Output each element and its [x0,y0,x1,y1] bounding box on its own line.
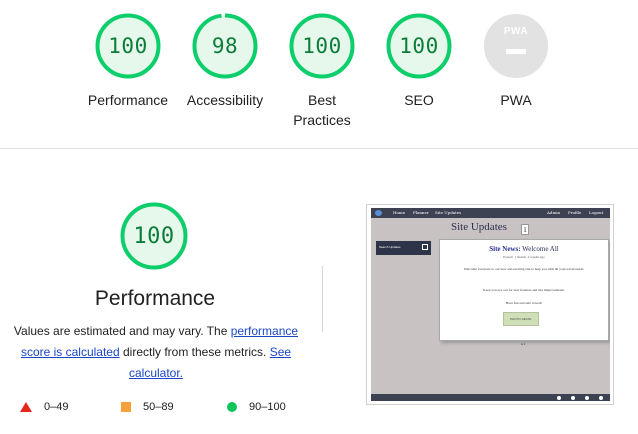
desc-text: directly from these metrics. [119,345,270,359]
pwa-badge-text: PWA [503,26,529,37]
card-title-bold: Site News: [489,245,521,253]
score-gauge: 98 [192,13,258,79]
performance-description: Values are estimated and may vary. The p… [8,321,304,384]
nav-item: Profile [568,210,582,215]
search-icon [422,244,428,250]
screenshot-page-title: Site Updates [451,221,507,233]
screenshot-count-badge: 1 [521,224,529,235]
score-value: 98 [211,34,239,58]
screenshot-navbar: Home Planner Site Updates Admin Profile … [371,208,610,218]
legend-pass: 90–100 [227,399,286,415]
nav-item: Logout [589,210,604,215]
card-paragraph: Keep you eye out for new features and si… [483,288,565,292]
gauge-performance[interactable]: 100 Performance [73,13,183,110]
screenshot-news-card: Site News: Welcome All Posted: 1 month, … [439,239,609,341]
gauge-accessibility[interactable]: 98 Accessibility [170,13,280,110]
legend-range: 0–49 [44,401,69,413]
social-icon [599,395,603,400]
score-gauge: 100 [386,13,452,79]
nav-item: Planner [413,210,429,215]
score-value: 100 [108,34,148,58]
circle-icon [227,402,237,412]
card-title-rest: Welcome All [520,245,559,253]
card-title: Site News: Welcome All [440,245,608,253]
pwa-badge-icon: PWA [484,14,548,78]
social-icon [585,395,589,400]
social-icon [571,395,575,400]
performance-title: Performance [94,287,216,310]
square-icon [121,402,131,412]
triangle-icon [20,402,32,412]
nav-item: Home [393,210,406,215]
card-image: PHOTO DETAIL [503,312,539,326]
section-divider [0,148,638,149]
legend-fail: 0–49 [20,399,68,415]
score-gauge: 100 [95,13,161,79]
gauge-best-practices[interactable]: 100 Best Practices [267,13,377,130]
vertical-divider [322,266,323,332]
gauge-label: Accessibility [186,92,264,108]
nav-item: Site Updates [435,210,462,215]
legend-range: 90–100 [249,401,286,413]
card-paragraph: Have fun and safe travels! [505,301,543,305]
screenshot-page: Home Planner Site Updates Admin Profile … [371,208,610,401]
desc-text: Values are estimated and may vary. The [13,324,231,338]
legend-range: 50–89 [143,401,174,413]
gauge-seo[interactable]: 100 SEO [364,13,474,110]
score-value: 100 [399,34,439,58]
gauge-label: SEO [404,92,434,108]
pwa-dash-icon [506,49,526,54]
card-image-caption: PHOTO DETAIL [510,317,532,321]
score-gauge: 100 [289,13,355,79]
gauge-label: Best Practices [293,92,351,128]
category-summary: 100 Performance 98 Accessibility 100 Bes… [0,0,638,150]
screenshot-footer [371,394,610,401]
performance-score-value: 100 [133,223,175,249]
search-label: Search Updates [379,245,401,249]
legend-average: 50–89 [121,399,174,415]
card-meta: Posted: 1 month, 2 weeks ago [503,255,545,259]
gauge-label: PWA [500,92,532,108]
site-logo-icon [375,210,382,216]
screenshot-sidebar-search: Search Updates [376,241,431,255]
gauge-label: Performance [87,92,169,108]
score-value: 100 [302,34,342,58]
card-paragraph: Welcome everyone to our new and exciting… [463,267,585,271]
social-icon [557,395,561,400]
nav-item: Admin [547,210,561,215]
gauge-pwa[interactable]: PWA PWA [461,13,571,110]
screenshot-pager: ● 1 [521,342,526,346]
final-screenshot[interactable]: Home Planner Site Updates Admin Profile … [366,204,614,405]
performance-score-gauge: 100 [120,202,188,270]
